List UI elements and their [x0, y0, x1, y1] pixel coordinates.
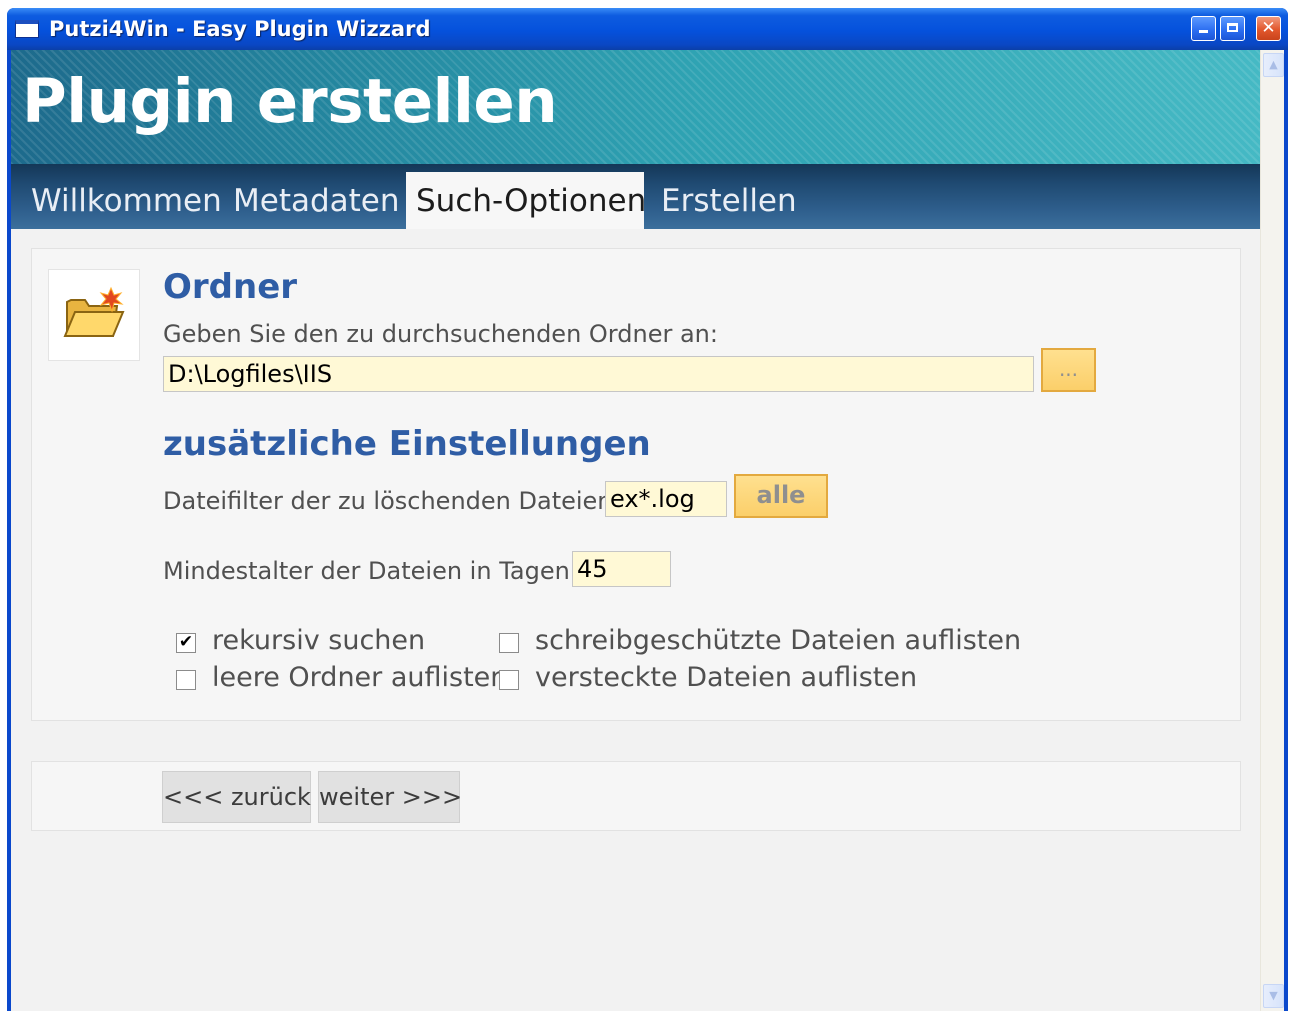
- scroll-down-button[interactable]: ▼: [1263, 984, 1284, 1008]
- chevron-down-icon: ▼: [1269, 989, 1278, 1002]
- option-readonly-files-label: schreibgeschützte Dateien auflisten: [535, 625, 1022, 656]
- chevron-up-icon: ▲: [1269, 58, 1278, 71]
- extra-settings-title: zusätzliche Einstellungen: [163, 424, 651, 464]
- maximize-icon: [1227, 23, 1238, 32]
- title-bar[interactable]: Putzi4Win - Easy Plugin Wizzard ✕: [7, 8, 1288, 50]
- back-button[interactable]: <<< zurück: [162, 771, 311, 823]
- checkbox-empty-folders[interactable]: [176, 670, 196, 690]
- checkbox-readonly-files[interactable]: [499, 633, 519, 653]
- close-button[interactable]: ✕: [1256, 16, 1281, 41]
- vertical-scrollbar[interactable]: ▲ ▼: [1260, 50, 1284, 1011]
- next-button[interactable]: weiter >>>: [318, 771, 462, 823]
- min-age-label: Mindestalter der Dateien in Tagen:: [163, 557, 578, 585]
- scroll-up-button[interactable]: ▲: [1263, 53, 1284, 77]
- window-client-area: Plugin erstellen Willkommen Metadaten Su…: [11, 50, 1284, 1011]
- option-hidden-files-label: versteckte Dateien auflisten: [535, 662, 918, 693]
- folder-icon: [63, 286, 125, 337]
- folder-section-title: Ordner: [163, 267, 298, 307]
- all-files-button[interactable]: alle: [734, 474, 828, 518]
- minimize-icon: [1199, 30, 1208, 33]
- navigation-panel: <<< zurück weiter >>>: [31, 761, 1241, 831]
- checkbox-recursive[interactable]: ✔: [176, 633, 196, 653]
- browse-folder-button[interactable]: ...: [1041, 348, 1096, 392]
- window-app-icon: [15, 20, 39, 38]
- wizard-page: Plugin erstellen Willkommen Metadaten Su…: [11, 50, 1260, 1011]
- close-icon: ✕: [1261, 18, 1276, 38]
- folder-icon-box: [48, 269, 140, 361]
- file-filter-label: Dateifilter der zu löschenden Dateien:: [163, 487, 621, 515]
- tab-bar: Willkommen Metadaten Such-Optionen Erste…: [11, 164, 1260, 229]
- window-title: Putzi4Win - Easy Plugin Wizzard: [49, 17, 431, 41]
- page-header: Plugin erstellen: [11, 50, 1260, 164]
- tab-metadaten[interactable]: Metadaten: [223, 172, 410, 229]
- option-recursive-label: rekursiv suchen: [212, 625, 426, 656]
- minimize-button[interactable]: [1191, 16, 1216, 41]
- tab-such-optionen[interactable]: Such-Optionen: [406, 172, 646, 229]
- search-options-panel: Ordner Geben Sie den zu durchsuchenden O…: [31, 248, 1241, 721]
- tab-willkommen[interactable]: Willkommen: [21, 172, 232, 229]
- checkbox-hidden-files[interactable]: [499, 670, 519, 690]
- min-age-input[interactable]: 45: [572, 551, 671, 587]
- app-window: Putzi4Win - Easy Plugin Wizzard ✕ Plugin…: [7, 8, 1288, 1011]
- tab-erstellen[interactable]: Erstellen: [651, 172, 807, 229]
- file-filter-input[interactable]: ex*.log: [605, 481, 727, 517]
- page-title: Plugin erstellen: [22, 66, 558, 137]
- option-empty-folders-label: leere Ordner auflisten: [212, 662, 508, 693]
- folder-prompt-label: Geben Sie den zu durchsuchenden Ordner a…: [163, 320, 718, 348]
- folder-path-input[interactable]: D:\Logfiles\IIS: [163, 356, 1034, 392]
- maximize-button[interactable]: [1220, 16, 1245, 41]
